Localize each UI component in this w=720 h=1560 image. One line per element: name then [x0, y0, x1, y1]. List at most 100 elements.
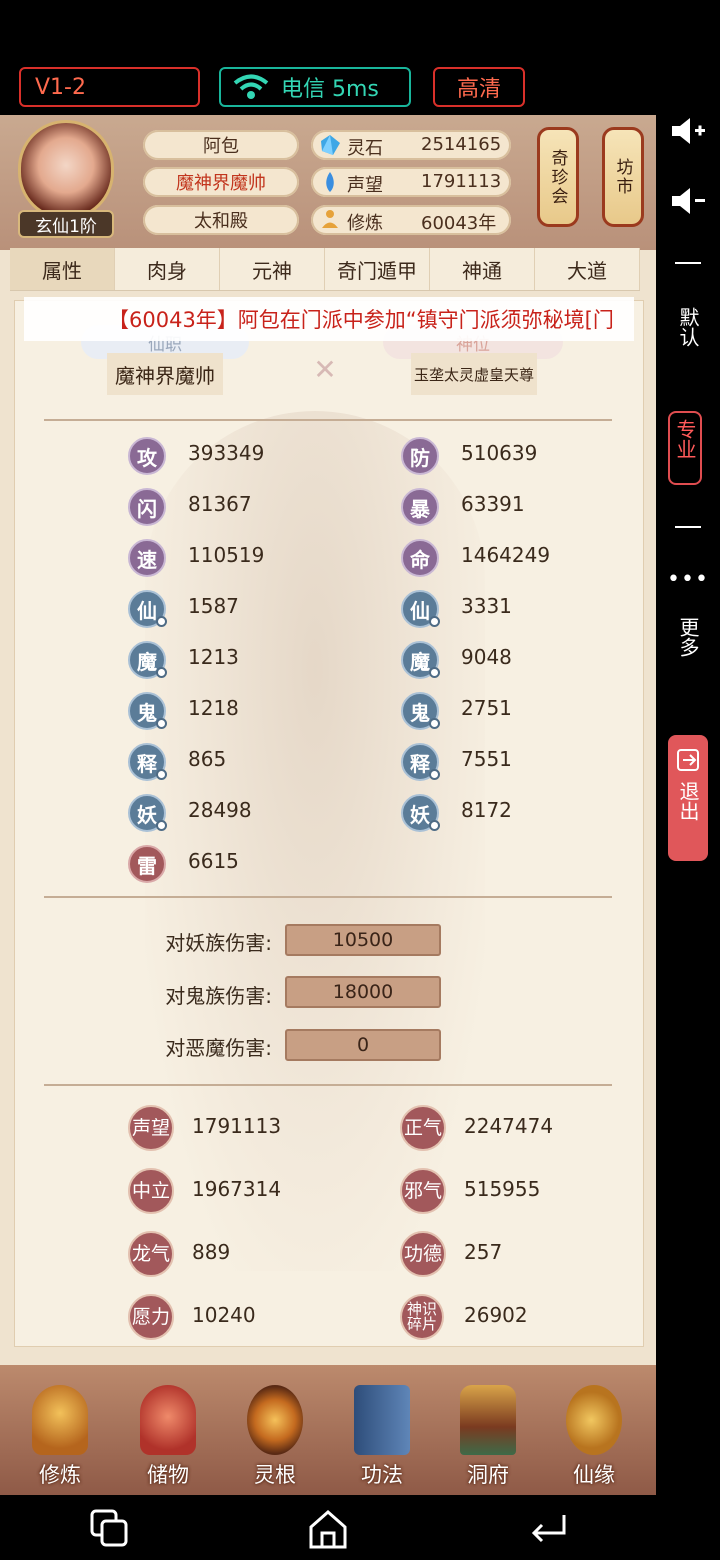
avatar[interactable]: [18, 120, 114, 220]
nav-label: 修炼: [39, 1463, 81, 1487]
player-name-text: 阿包: [203, 136, 239, 157]
side-toolbar: 默认 专业 ••• 更多 退出: [656, 115, 720, 1495]
info-dot-icon[interactable]: [156, 769, 167, 780]
stat-icon: 雷: [128, 845, 166, 883]
volume-down-icon[interactable]: [668, 185, 708, 217]
player-location-text: 太和殿: [194, 211, 248, 232]
divider: [44, 1084, 612, 1086]
player-title-text: 魔神界魔帅: [176, 173, 266, 194]
attribute-panel: 仙职 神位 ✕ 魔神界魔帅 玉垄太灵虚皇天尊: [14, 300, 644, 1347]
resource-value: 60043年: [421, 213, 497, 234]
reputation-icon: 正气: [400, 1105, 446, 1151]
quality-chip[interactable]: 高清: [433, 67, 525, 107]
stat-value: 865: [188, 747, 227, 771]
nav-fate[interactable]: 仙缘: [554, 1385, 634, 1489]
player-location[interactable]: 太和殿: [143, 205, 299, 235]
nav-storage[interactable]: 储物: [128, 1385, 208, 1489]
nav-cultivate[interactable]: 修炼: [20, 1385, 100, 1489]
stat-value: 7551: [461, 747, 512, 771]
ticker-text: 【60043年】阿包在门派中参加“镇守门派须弥秘境[门: [108, 308, 614, 332]
divider: [44, 896, 612, 898]
info-dot-icon[interactable]: [156, 820, 167, 831]
more-dots-icon[interactable]: •••: [656, 567, 720, 592]
stat-value: 1213: [188, 645, 239, 669]
market-lantern[interactable]: 坊市: [602, 127, 644, 227]
player-header: 玄仙1阶 阿包 魔神界魔帅 太和殿 灵石 2514165 声望 1791113 …: [0, 115, 656, 250]
player-title: 魔神界魔帅: [143, 167, 299, 197]
home-icon[interactable]: [306, 1507, 350, 1551]
tab-powers[interactable]: 神通: [430, 248, 535, 290]
info-dot-icon[interactable]: [429, 769, 440, 780]
damage-value-box: 0: [285, 1029, 441, 1061]
tab-label: 大道: [567, 258, 607, 283]
triskelion-icon: [247, 1385, 303, 1455]
info-dot-icon[interactable]: [429, 616, 440, 627]
info-dot-icon[interactable]: [429, 718, 440, 729]
nav-techniques[interactable]: 功法: [342, 1385, 422, 1489]
stat-value: 510639: [461, 441, 538, 465]
side-divider: [675, 262, 701, 264]
prestige-resource: 声望 1791113: [311, 167, 511, 197]
stat-value: 9048: [461, 645, 512, 669]
tab-attributes[interactable]: 属性: [10, 248, 115, 290]
treasure-shop-lantern[interactable]: 奇珍会: [537, 127, 579, 227]
exit-button[interactable]: 退出: [668, 735, 708, 861]
tab-label: 奇门遁甲: [337, 258, 417, 283]
reputation-value: 2247474: [464, 1114, 554, 1138]
damage-value: 0: [356, 1034, 370, 1056]
immortal-post-value: 魔神界魔帅: [107, 353, 223, 395]
reputation-value: 26902: [464, 1303, 528, 1327]
tab-body[interactable]: 肉身: [115, 248, 220, 290]
reputation-value: 1967314: [192, 1177, 282, 1201]
stat-value: 28498: [188, 798, 252, 822]
stat-icon: 暴: [401, 488, 439, 526]
side-divider: [675, 526, 701, 528]
back-icon[interactable]: [526, 1507, 570, 1551]
resource-label: 灵石: [347, 138, 383, 159]
reputation-value: 889: [192, 1240, 231, 1264]
stat-value: 1464249: [461, 543, 551, 567]
default-mode-button[interactable]: 默认: [656, 307, 720, 355]
side-label: 更多: [676, 617, 700, 657]
info-dot-icon[interactable]: [156, 667, 167, 678]
damage-value: 10500: [332, 929, 394, 951]
lantern-label: 坊市: [612, 158, 633, 196]
info-dot-icon[interactable]: [156, 718, 167, 729]
prestige-icon: [326, 172, 334, 192]
info-dot-icon[interactable]: [429, 667, 440, 678]
damage-value: 18000: [332, 981, 394, 1003]
stat-value: 6615: [188, 849, 239, 873]
meditation-icon: [322, 210, 338, 228]
version-chip[interactable]: V1-2: [19, 67, 200, 107]
realm-badge: 玄仙1阶: [18, 210, 114, 238]
reputation-icon: 神识碎片: [400, 1294, 444, 1340]
reputation-icon: 邪气: [400, 1168, 446, 1214]
network-chip[interactable]: 电信 5ms: [219, 67, 411, 107]
reputation-icon: 愿力: [128, 1294, 174, 1340]
tab-label: 元神: [252, 258, 292, 283]
resource-value: 1791113: [421, 171, 502, 192]
rank-value: 魔神界魔帅: [115, 363, 215, 388]
crossed-swords-icon: ✕: [313, 353, 337, 386]
stat-value: 393349: [188, 441, 265, 465]
rank-value: 玉垄太灵虚皇天尊: [413, 365, 534, 384]
more-button[interactable]: 更多: [656, 617, 720, 665]
tab-dao[interactable]: 大道: [535, 248, 640, 290]
tab-spirit[interactable]: 元神: [220, 248, 325, 290]
pavilion-icon: [460, 1385, 516, 1455]
volume-up-icon[interactable]: [668, 115, 708, 147]
stat-icon: 命: [401, 539, 439, 577]
book-icon: [354, 1385, 410, 1455]
nav-label: 储物: [147, 1463, 189, 1487]
damage-value-box: 18000: [285, 976, 441, 1008]
nav-cave[interactable]: 洞府: [448, 1385, 528, 1489]
info-dot-icon[interactable]: [156, 616, 167, 627]
tab-qimen[interactable]: 奇门遁甲: [325, 248, 430, 290]
info-dot-icon[interactable]: [429, 820, 440, 831]
pro-mode-button[interactable]: 专业: [668, 411, 702, 485]
nav-spirit-root[interactable]: 灵根: [235, 1385, 315, 1489]
stat-value: 3331: [461, 594, 512, 618]
recent-apps-icon[interactable]: [88, 1507, 132, 1551]
exit-label: 退出: [676, 781, 700, 821]
tab-label: 属性: [42, 258, 82, 283]
